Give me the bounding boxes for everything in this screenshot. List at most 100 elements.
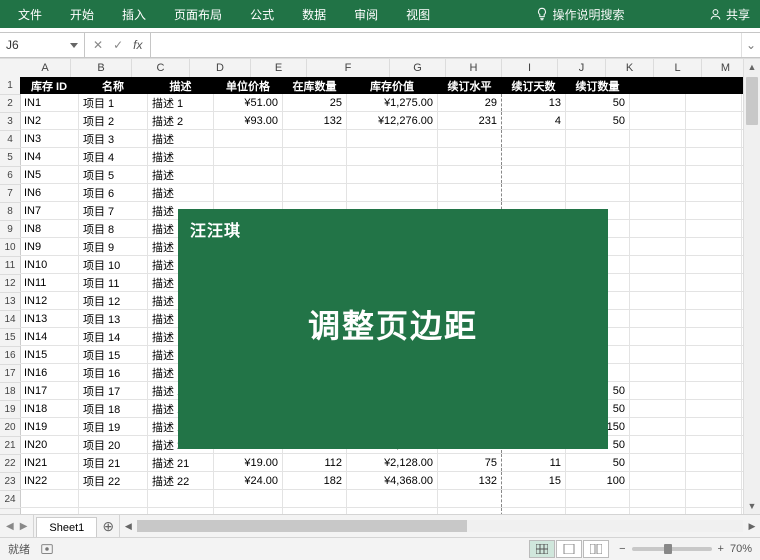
cell[interactable]: ¥24.00 bbox=[214, 472, 283, 489]
cell[interactable]: 29 bbox=[438, 94, 502, 111]
cell[interactable]: IN19 bbox=[20, 418, 79, 435]
cell[interactable] bbox=[502, 508, 566, 514]
sheet-nav-prev-icon[interactable]: ◀ bbox=[6, 521, 14, 532]
row-header[interactable]: 18 bbox=[0, 383, 20, 401]
cell[interactable] bbox=[630, 508, 686, 514]
ribbon-tab[interactable]: 开始 bbox=[56, 0, 108, 28]
row-header[interactable]: 7 bbox=[0, 185, 20, 203]
cell[interactable]: IN3 bbox=[20, 130, 79, 147]
zoom-level[interactable]: 70% bbox=[730, 543, 752, 555]
cell[interactable] bbox=[566, 508, 630, 514]
zoom-slider[interactable] bbox=[632, 547, 712, 551]
row-header[interactable]: 10 bbox=[0, 239, 20, 257]
cell[interactable] bbox=[502, 130, 566, 147]
cell[interactable] bbox=[20, 508, 79, 514]
page-break-view-button[interactable] bbox=[583, 540, 609, 558]
cell[interactable] bbox=[686, 274, 742, 291]
column-header[interactable]: G bbox=[390, 59, 446, 77]
cell[interactable] bbox=[214, 184, 283, 201]
cell[interactable] bbox=[686, 382, 742, 399]
page-layout-view-button[interactable] bbox=[556, 540, 582, 558]
cell[interactable] bbox=[686, 472, 742, 489]
cell[interactable] bbox=[347, 166, 438, 183]
cell[interactable]: 4 bbox=[502, 112, 566, 129]
cell[interactable]: IN9 bbox=[20, 238, 79, 255]
cell[interactable] bbox=[630, 454, 686, 471]
ribbon-tab[interactable]: 公式 bbox=[236, 0, 288, 28]
cell[interactable] bbox=[686, 202, 742, 219]
cell[interactable]: 描述 22 bbox=[148, 472, 214, 489]
cell[interactable] bbox=[566, 130, 630, 147]
column-header[interactable]: L bbox=[654, 59, 702, 77]
cell[interactable] bbox=[686, 508, 742, 514]
cell[interactable]: 项目 1 bbox=[79, 94, 148, 111]
cell[interactable]: 231 bbox=[438, 112, 502, 129]
cell[interactable]: 50 bbox=[566, 454, 630, 471]
column-header[interactable]: C bbox=[132, 59, 190, 77]
cell[interactable]: 项目 18 bbox=[79, 400, 148, 417]
cell[interactable]: 描述 bbox=[148, 166, 214, 183]
cell[interactable] bbox=[630, 256, 686, 273]
cell[interactable] bbox=[502, 490, 566, 507]
cell[interactable] bbox=[630, 310, 686, 327]
cell[interactable]: 项目 14 bbox=[79, 328, 148, 345]
cell[interactable]: 15 bbox=[502, 472, 566, 489]
cell[interactable]: 项目 17 bbox=[79, 382, 148, 399]
cell[interactable]: 项目 11 bbox=[79, 274, 148, 291]
cell[interactable]: 名称 bbox=[79, 77, 148, 94]
cell[interactable] bbox=[79, 490, 148, 507]
cell[interactable] bbox=[686, 130, 742, 147]
row-header[interactable]: 1 bbox=[0, 77, 20, 95]
cell[interactable]: 项目 3 bbox=[79, 130, 148, 147]
column-header[interactable]: I bbox=[502, 59, 558, 77]
cell[interactable]: 项目 7 bbox=[79, 202, 148, 219]
cell[interactable] bbox=[347, 148, 438, 165]
cell[interactable] bbox=[20, 490, 79, 507]
cell[interactable]: 项目 15 bbox=[79, 346, 148, 363]
row-header[interactable]: 9 bbox=[0, 221, 20, 239]
column-header[interactable]: A bbox=[20, 59, 71, 77]
cell[interactable]: 25 bbox=[283, 94, 347, 111]
cell[interactable]: IN5 bbox=[20, 166, 79, 183]
cell[interactable] bbox=[214, 490, 283, 507]
column-header[interactable]: E bbox=[251, 59, 307, 77]
cell[interactable]: 项目 9 bbox=[79, 238, 148, 255]
cell[interactable] bbox=[686, 166, 742, 183]
cell[interactable] bbox=[630, 77, 686, 94]
cell[interactable]: 项目 22 bbox=[79, 472, 148, 489]
cell[interactable] bbox=[630, 94, 686, 111]
cell[interactable]: IN11 bbox=[20, 274, 79, 291]
cell[interactable] bbox=[502, 166, 566, 183]
cell[interactable] bbox=[566, 184, 630, 201]
cell[interactable] bbox=[686, 184, 742, 201]
row-header[interactable]: 19 bbox=[0, 401, 20, 419]
formula-bar[interactable] bbox=[151, 33, 741, 57]
row-header[interactable]: 12 bbox=[0, 275, 20, 293]
zoom-in-button[interactable]: + bbox=[718, 543, 724, 555]
horizontal-scrollbar[interactable]: ◀ ▶ bbox=[120, 515, 760, 537]
row-header[interactable]: 3 bbox=[0, 113, 20, 131]
cell[interactable] bbox=[566, 166, 630, 183]
row-header[interactable]: 13 bbox=[0, 293, 20, 311]
cell[interactable]: 项目 6 bbox=[79, 184, 148, 201]
cancel-formula-icon[interactable]: ✕ bbox=[93, 38, 103, 52]
cell[interactable] bbox=[686, 148, 742, 165]
cell[interactable]: IN10 bbox=[20, 256, 79, 273]
cell[interactable]: 描述 bbox=[148, 184, 214, 201]
tell-me-search[interactable]: 操作说明搜索 bbox=[535, 6, 625, 23]
add-sheet-button[interactable]: ⊕ bbox=[97, 515, 120, 537]
cell[interactable]: IN13 bbox=[20, 310, 79, 327]
row-header[interactable]: 11 bbox=[0, 257, 20, 275]
row-header[interactable]: 22 bbox=[0, 455, 20, 473]
cell[interactable] bbox=[438, 148, 502, 165]
cell[interactable]: 项目 19 bbox=[79, 418, 148, 435]
cell[interactable] bbox=[283, 166, 347, 183]
row-header[interactable]: 20 bbox=[0, 419, 20, 437]
cell[interactable]: 132 bbox=[283, 112, 347, 129]
cell[interactable] bbox=[214, 148, 283, 165]
row-header[interactable]: 14 bbox=[0, 311, 20, 329]
zoom-out-button[interactable]: − bbox=[619, 543, 625, 555]
cell[interactable] bbox=[502, 184, 566, 201]
zoom-slider-handle[interactable] bbox=[664, 544, 672, 554]
cell[interactable]: 项目 20 bbox=[79, 436, 148, 453]
